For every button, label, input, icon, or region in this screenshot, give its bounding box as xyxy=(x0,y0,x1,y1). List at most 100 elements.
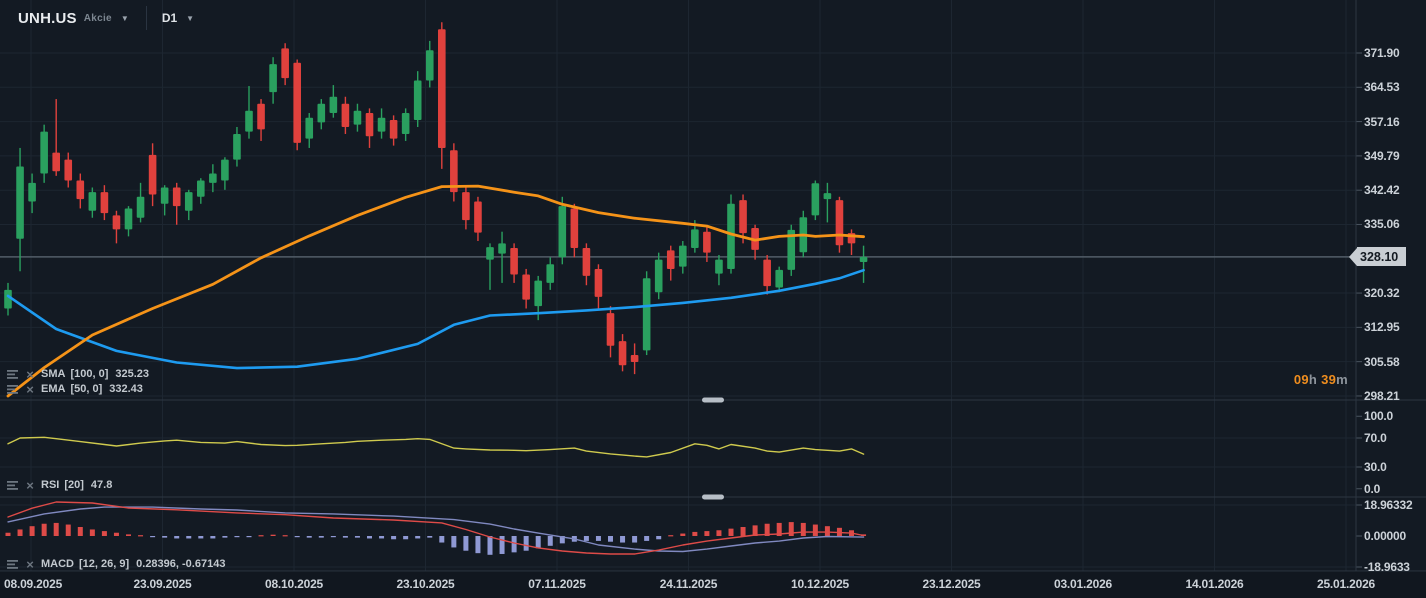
indicator-name: EMA xyxy=(41,383,65,395)
candle xyxy=(643,278,651,350)
candle xyxy=(414,80,422,120)
time-axis[interactable] xyxy=(0,571,1426,598)
indicator-params: [100, 0] xyxy=(70,368,108,380)
indicator-close-icon[interactable]: × xyxy=(23,383,37,395)
candle xyxy=(546,264,554,283)
indicator-name: RSI xyxy=(41,479,59,491)
candle xyxy=(571,208,579,248)
indicator-params: [50, 0] xyxy=(70,383,102,395)
candle xyxy=(462,192,470,220)
countdown-minutes: 39 xyxy=(1321,372,1336,387)
candle xyxy=(40,132,48,174)
candle-countdown-timer: 09h 39m xyxy=(1294,372,1348,387)
rsi-panel xyxy=(8,437,864,457)
candle xyxy=(64,160,72,181)
chart-canvas[interactable] xyxy=(0,0,1426,598)
candle xyxy=(679,246,687,267)
candle xyxy=(28,183,36,202)
candle xyxy=(534,281,542,307)
candle xyxy=(522,275,530,300)
candle xyxy=(607,313,615,346)
candle xyxy=(52,153,60,172)
symbol-selector[interactable]: UNH.US Akcie ▼ xyxy=(18,10,129,27)
indicator-params: [12, 26, 9] xyxy=(79,558,129,570)
candle xyxy=(366,113,374,136)
candle xyxy=(113,215,121,229)
candle xyxy=(812,183,820,215)
indicator-settings-icon[interactable] xyxy=(5,558,19,570)
candle xyxy=(655,260,663,293)
candle xyxy=(342,104,350,127)
indicator-legend-ema: × EMA [50, 0] 332.43 xyxy=(5,383,143,395)
candle xyxy=(402,113,410,134)
candles-layer xyxy=(4,22,867,374)
candle xyxy=(209,174,217,183)
candle xyxy=(101,192,109,213)
market-type-label: Akcie xyxy=(84,13,112,24)
indicator-settings-icon[interactable] xyxy=(5,479,19,491)
panel-resize-handle[interactable] xyxy=(702,398,724,403)
moving-averages-layer xyxy=(8,186,864,396)
candle xyxy=(619,341,627,365)
indicator-legend-macd: × MACD [12, 26, 9] 0.28396, -0.67143 xyxy=(5,558,225,570)
candle xyxy=(510,248,518,275)
candle xyxy=(16,167,24,239)
header-divider xyxy=(146,6,147,30)
candle xyxy=(173,188,181,207)
chevron-down-icon: ▼ xyxy=(186,14,194,23)
grid-layer xyxy=(0,0,1362,571)
timeframe-label: D1 xyxy=(162,11,177,25)
candle xyxy=(474,201,482,232)
countdown-hours-unit: h xyxy=(1309,372,1317,387)
candle xyxy=(703,232,711,253)
candle xyxy=(631,355,639,362)
candle xyxy=(149,155,157,195)
candle xyxy=(715,260,723,274)
candle xyxy=(269,64,277,92)
candle xyxy=(691,229,699,248)
indicator-name: SMA xyxy=(41,368,65,380)
candle xyxy=(185,192,193,211)
candle xyxy=(125,208,133,229)
price-axis[interactable] xyxy=(1356,0,1426,571)
countdown-hours: 09 xyxy=(1294,372,1309,387)
candle xyxy=(137,197,145,218)
candle xyxy=(559,206,567,257)
candle xyxy=(89,192,97,211)
indicator-value: 47.8 xyxy=(91,479,112,491)
panel-frame xyxy=(0,0,1426,571)
indicator-legend-rsi: × RSI [20] 47.8 xyxy=(5,479,112,491)
panel-resize-handle[interactable] xyxy=(702,495,724,500)
countdown-minutes-unit: m xyxy=(1336,372,1348,387)
candle xyxy=(390,120,398,139)
chevron-down-icon: ▼ xyxy=(121,14,129,23)
candle xyxy=(438,29,446,148)
current-price-tag: 328.10 xyxy=(1349,247,1406,266)
candle xyxy=(667,250,675,269)
candle xyxy=(305,118,313,139)
candle xyxy=(595,269,603,297)
candle xyxy=(77,181,85,200)
timeframe-selector[interactable]: D1 ▼ xyxy=(162,11,194,25)
candle xyxy=(498,243,506,253)
indicator-close-icon[interactable]: × xyxy=(23,368,37,380)
candle xyxy=(281,48,289,78)
candle xyxy=(257,104,265,130)
candle xyxy=(293,63,301,143)
candle xyxy=(318,104,326,123)
chart-window: 371.90364.53357.16349.79342.42335.06320.… xyxy=(0,0,1426,598)
candle xyxy=(836,200,844,245)
candle xyxy=(583,248,591,276)
chart-header: UNH.US Akcie ▼ D1 ▼ xyxy=(18,5,194,31)
indicator-value: 325.23 xyxy=(115,368,149,380)
indicator-settings-icon[interactable] xyxy=(5,368,19,380)
price-tag-value: 328.10 xyxy=(1357,247,1406,266)
candle xyxy=(824,193,832,199)
indicator-close-icon[interactable]: × xyxy=(23,558,37,570)
candle xyxy=(245,111,253,132)
candle xyxy=(775,270,783,288)
candle xyxy=(378,118,386,132)
indicator-settings-icon[interactable] xyxy=(5,383,19,395)
candle xyxy=(763,260,771,287)
indicator-close-icon[interactable]: × xyxy=(23,479,37,491)
